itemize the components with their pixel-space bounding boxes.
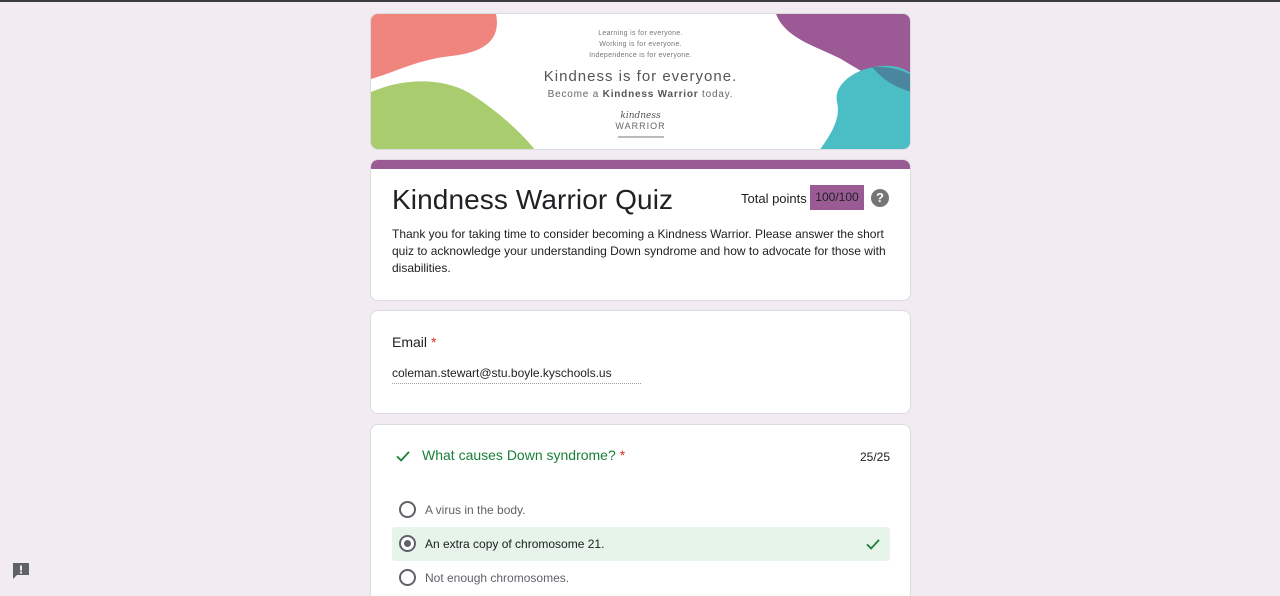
banner-logo-script: kindness [620, 111, 661, 121]
required-asterisk: * [619, 447, 626, 463]
correct-check-icon [396, 451, 410, 462]
option-label: Not enough chromosomes. [425, 571, 570, 585]
question-card: What causes Down syndrome? * 25/25 A viru… [370, 424, 911, 596]
radio-button[interactable] [399, 569, 416, 586]
banner-line-3: Independence is for everyone. [589, 52, 692, 59]
header-banner: Learning is for everyone. Working is for… [370, 13, 911, 150]
question-score: 25/25 [859, 450, 890, 464]
option-virus[interactable]: A virus in the body. [392, 493, 890, 527]
radio-button-selected[interactable] [399, 535, 416, 552]
banner-headline: Kindness is for everyone. [543, 68, 738, 85]
option-extra-chromosome[interactable]: An extra copy of chromosome 21. [392, 527, 890, 561]
option-not-enough[interactable]: Not enough chromosomes. [392, 561, 890, 595]
option-label: An extra copy of chromosome 21. [425, 537, 605, 551]
banner-line-1: Learning is for everyone. [598, 30, 683, 37]
email-label: Email * [392, 334, 437, 350]
question-title: What causes Down syndrome? * [422, 447, 626, 463]
correct-answer-check-icon [866, 539, 880, 550]
option-label: A virus in the body. [425, 503, 526, 517]
banner-logo-word: WARRIOR [615, 121, 666, 131]
email-card: Email * coleman.stewart@stu.boyle.kyschoo… [370, 310, 911, 414]
banner-line-2: Working is for everyone. [599, 41, 682, 48]
required-asterisk: * [431, 334, 437, 350]
banner-logo-underline [617, 136, 664, 138]
email-field: coleman.stewart@stu.boyle.kyschools.us [392, 366, 641, 384]
total-points-badge: 100/100 [810, 185, 864, 210]
form-header-card: Kindness Warrior Quiz Total points 100/1… [370, 159, 911, 301]
form-title: Kindness Warrior Quiz [392, 184, 674, 215]
form-description: Thank you for taking time to consider be… [392, 227, 886, 275]
total-points-label: Total points [741, 191, 807, 206]
radio-button[interactable] [399, 501, 416, 518]
accent-stripe [371, 160, 910, 169]
banner-subline: Become a Kindness Warrior today. [547, 89, 734, 100]
help-icon[interactable]: ? [871, 189, 889, 207]
feedback-icon[interactable] [11, 562, 31, 580]
